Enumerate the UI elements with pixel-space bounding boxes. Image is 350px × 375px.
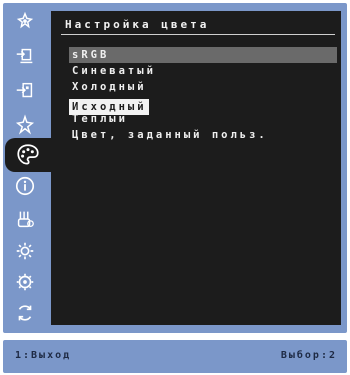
setup-gear-icon[interactable] [12,269,38,295]
menu-item-cool[interactable]: Холодный [69,79,337,95]
osd-footer: 1:Выход Выбор:2 [3,340,347,373]
manual-settings-icon[interactable] [12,206,38,232]
osd-window: Настройка цвета sRGB Синеватый Холодный … [3,3,347,333]
settings-icon[interactable] [12,112,38,138]
menu-item-warm[interactable]: Теплый [69,111,337,127]
gear-icon[interactable] [12,238,38,264]
input-select-icon[interactable] [12,43,38,69]
osd-sidebar [3,3,51,333]
menu-item-bluish[interactable]: Синеватый [69,63,337,79]
color-settings-panel: Настройка цвета sRGB Синеватый Холодный … [51,11,341,325]
info-icon[interactable] [12,173,38,199]
menu-item-user-color[interactable]: Цвет, заданный польз. [69,127,337,143]
menu-item-srgb[interactable]: sRGB [69,47,337,63]
brightness-icon[interactable] [12,78,38,104]
color-mode-menu: sRGB Синеватый Холодный Исходный Теплый … [69,47,337,143]
refresh-icon[interactable] [12,300,38,326]
panel-title: Настройка цвета [65,18,210,31]
color-palette-icon[interactable] [5,138,51,172]
exit-hint: 1:Выход [15,350,72,361]
title-divider [61,34,335,35]
select-hint: Выбор:2 [280,350,337,361]
picture-adjust-icon[interactable] [12,9,38,35]
